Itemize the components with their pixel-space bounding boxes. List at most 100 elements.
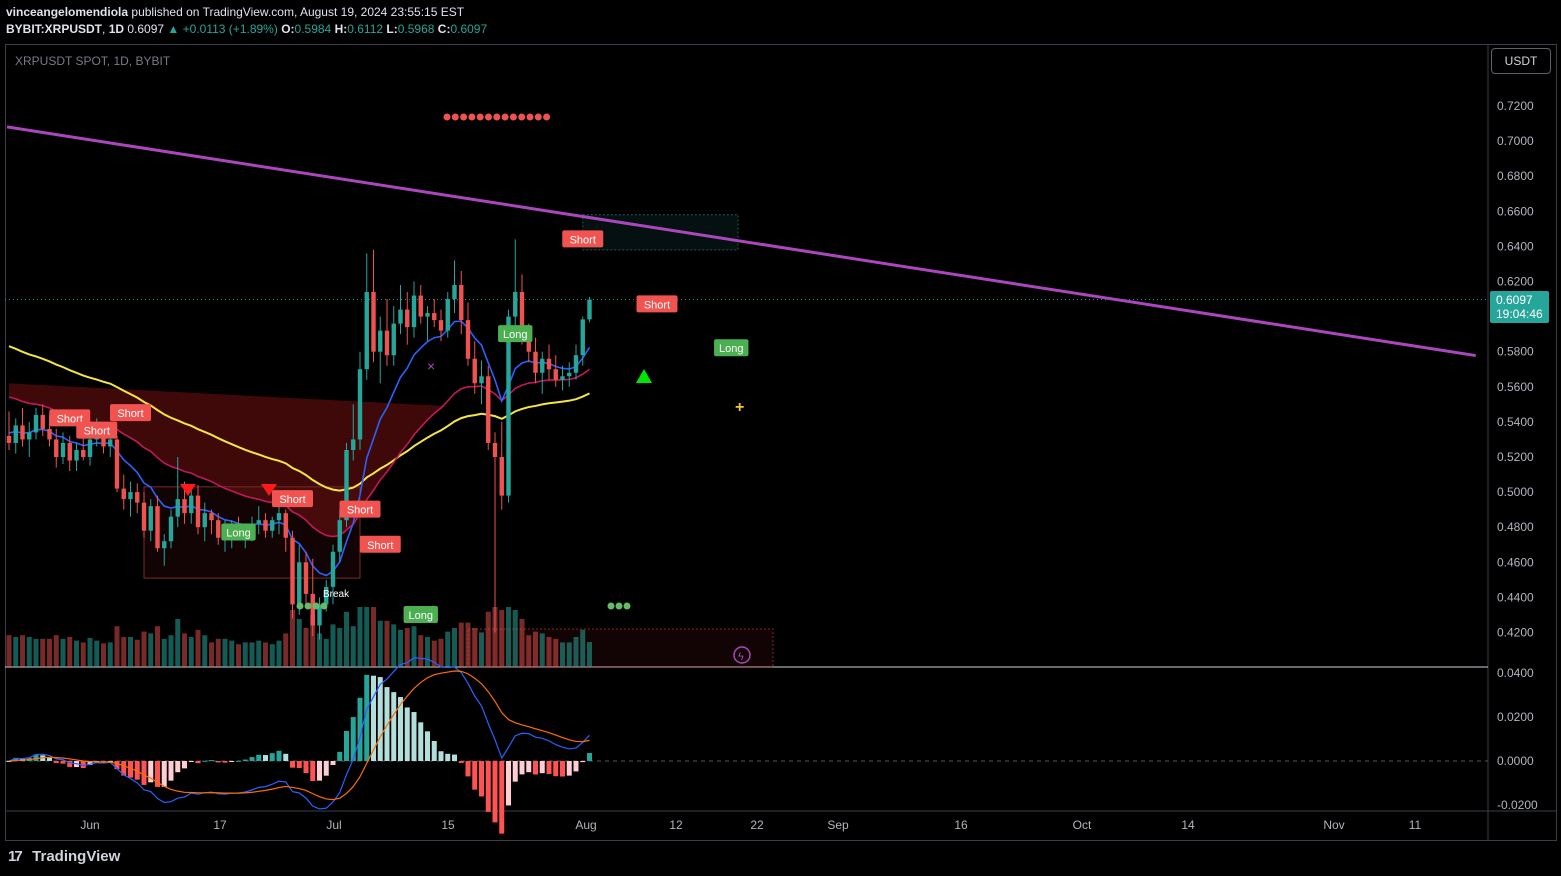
macd-histogram-bar (60, 761, 66, 764)
volume-bar (256, 640, 262, 667)
candle-body (371, 292, 376, 352)
price-tick-label: 0.6600 (1497, 204, 1534, 218)
macd-histogram-bar (465, 761, 471, 777)
candle-body (587, 299, 592, 320)
candle-body (411, 295, 417, 328)
macd-histogram-bar (249, 757, 255, 761)
macd-histogram-bar (323, 761, 329, 776)
candle (553, 355, 558, 387)
volume-bar (445, 631, 451, 667)
volume-bar (560, 642, 565, 667)
tradingview-logo[interactable]: 17 TradingView (8, 848, 120, 865)
macd-histogram-bar (485, 761, 491, 812)
macd-histogram-bar (479, 761, 484, 797)
time-tick-label: Jul (326, 818, 341, 832)
macd-histogram-bar (290, 761, 295, 768)
volume-bar (67, 637, 73, 667)
candle-body (438, 320, 444, 331)
macd-histogram-bar (499, 761, 505, 834)
candle-body (560, 376, 565, 380)
macd-histogram-bar (411, 712, 417, 761)
volume-bar (357, 607, 363, 667)
time-tick-label: 17 (213, 818, 227, 832)
volume-bar (472, 628, 478, 667)
price-tick-label: 0.5600 (1497, 380, 1534, 394)
signal-dot (485, 113, 492, 121)
candle (27, 421, 32, 457)
macd-histogram-bar (303, 761, 309, 774)
macd-histogram-bar (425, 731, 430, 761)
macd-histogram-bar (506, 761, 511, 806)
candle-body (87, 439, 93, 457)
signal-dot (451, 113, 459, 121)
cross-marker-icon: × (427, 358, 435, 374)
candle-body (74, 449, 79, 461)
candle-body (6, 435, 12, 443)
volume-bar (512, 610, 518, 667)
signal-label-text: Short (644, 299, 670, 311)
signal-dot (460, 113, 468, 121)
candle (492, 432, 498, 633)
macd-histogram-bar (53, 761, 59, 764)
signal-label-text: Short (84, 426, 110, 438)
break-dot (312, 602, 320, 610)
volume-bar (20, 635, 25, 667)
candle-body (209, 513, 214, 521)
pattern-dot (607, 602, 615, 610)
candle (114, 435, 120, 493)
candle-body (364, 292, 369, 370)
volume-bar (141, 631, 147, 667)
candle-body (162, 541, 167, 549)
macd-histogram-bar (539, 761, 545, 774)
candle-body (384, 330, 390, 356)
currency-button[interactable]: USDT (1491, 48, 1551, 74)
candle-body (81, 449, 86, 457)
candle-body (459, 285, 464, 321)
volume-bar (337, 628, 343, 667)
price-tick-label: 0.4400 (1497, 590, 1534, 604)
candle (459, 270, 464, 335)
candle-body (330, 551, 336, 587)
candle (391, 306, 396, 366)
macd-histogram-bar (236, 760, 241, 762)
short-signal-label: Short (359, 535, 401, 553)
candle (378, 316, 383, 384)
macd-histogram-bar (141, 761, 147, 785)
volume-bar (134, 639, 140, 667)
price-tick-label: 0.4800 (1497, 520, 1534, 534)
symbol-legend[interactable]: XRPUSDT SPOT, 1D, BYBIT (15, 54, 170, 68)
chart-canvas[interactable]: 0.7200 0.7000 0.6800 0.6600 0.6400 0.6200 0.58… (0, 0, 1561, 876)
candle-body (533, 351, 538, 373)
price-tick-label: 0.6800 (1497, 169, 1534, 183)
volume-bar (13, 637, 19, 667)
volume-bar (6, 635, 12, 667)
macd-histogram-bar (242, 759, 248, 761)
candle-body (148, 506, 153, 531)
candle-body (398, 309, 403, 324)
candle-body (573, 355, 579, 373)
volume-bar (371, 607, 376, 667)
volume-bar (398, 629, 403, 667)
price-tick-label: 0.6200 (1497, 275, 1534, 289)
volume-bar (546, 637, 552, 667)
candle-body (263, 520, 268, 531)
macd-histogram-bar (431, 740, 437, 761)
price-tick-label: 0.5000 (1497, 485, 1534, 499)
volume-bar (465, 622, 471, 667)
signal-dot (443, 113, 451, 121)
signal-dot (526, 113, 534, 121)
macd-histogram-bar (202, 760, 208, 762)
volume-bar (155, 626, 160, 667)
macd-histogram-bar (337, 751, 343, 761)
candle (513, 239, 518, 328)
signal-label-text: Short (347, 505, 373, 517)
candle-body (54, 439, 59, 457)
macd-histogram-bar (296, 761, 302, 769)
candle-body (351, 439, 356, 450)
plus-marker-icon: + (735, 399, 744, 416)
volume-bar (323, 638, 329, 667)
candle-body (357, 369, 363, 440)
pattern-dot (615, 602, 623, 610)
volume-bar (121, 637, 127, 667)
volume-bar (242, 642, 248, 667)
